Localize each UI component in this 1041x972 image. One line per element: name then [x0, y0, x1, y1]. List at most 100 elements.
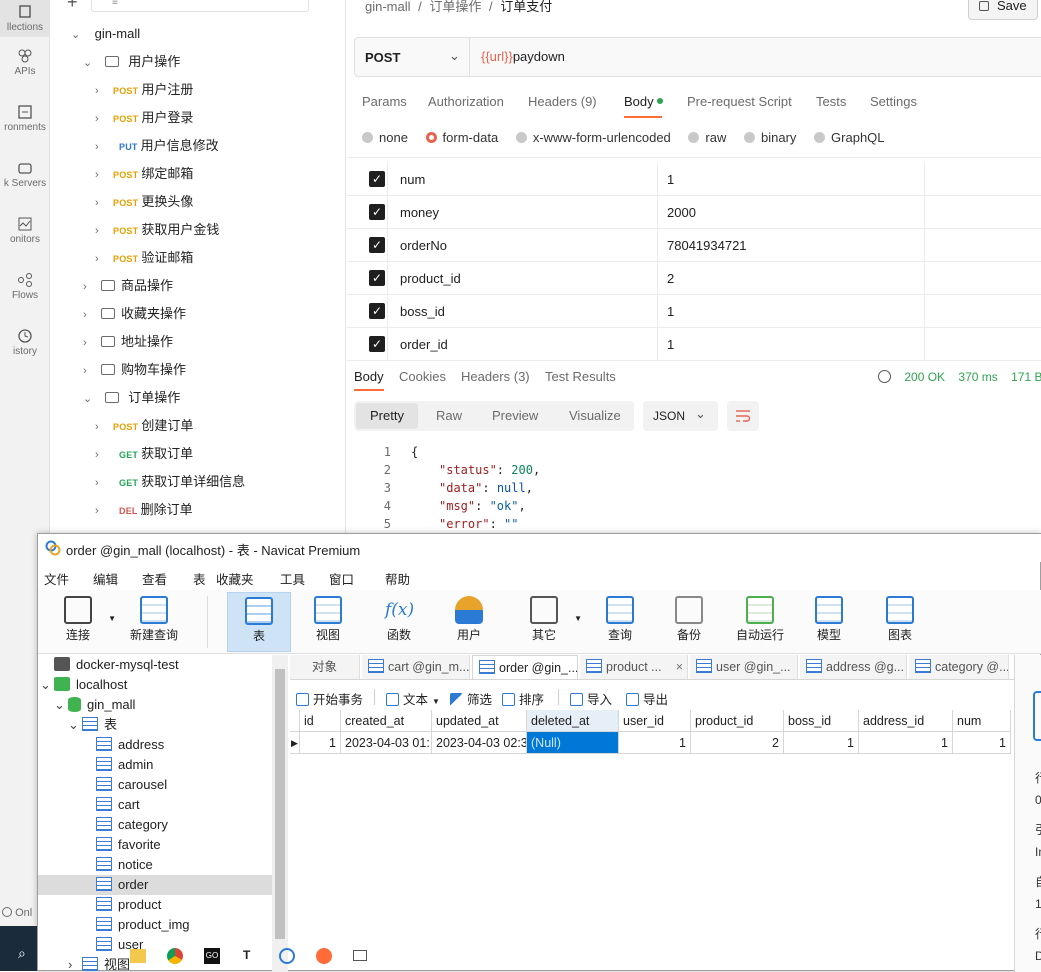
current-row-indicator-icon[interactable]: ▶ — [290, 732, 300, 754]
column-header[interactable]: created_at — [341, 710, 432, 732]
form-key[interactable]: num — [400, 172, 425, 187]
search-icon[interactable]: ⌕ — [18, 945, 26, 962]
chrome-icon[interactable] — [167, 948, 183, 964]
request-item[interactable]: › GET 获取订单详细信息 — [95, 468, 245, 496]
navigator-scrollbar[interactable] — [272, 655, 288, 972]
request-item[interactable]: › DEL 删除订单 — [95, 496, 193, 524]
table-cell[interactable]: 2 — [691, 732, 784, 754]
add-collection-icon[interactable]: + — [67, 0, 78, 13]
table-item[interactable]: address — [38, 735, 272, 755]
table-item[interactable]: product — [38, 895, 272, 915]
menu-item[interactable]: 文件 — [44, 569, 69, 588]
radio-binary[interactable]: binary — [744, 130, 796, 145]
folder-order[interactable]: ⌄ 订单操作 — [83, 384, 180, 412]
menu-item[interactable]: 查看 — [142, 569, 167, 588]
table-cell[interactable]: 1 — [784, 732, 859, 754]
rail-collections[interactable]: llections — [0, 0, 50, 37]
folder-user[interactable]: ⌄ 用户操作 — [83, 48, 180, 76]
request-item[interactable]: › POST 验证邮箱 — [95, 244, 193, 272]
method-select[interactable]: POST ⌄ — [355, 38, 470, 76]
form-value[interactable]: 78041934721 — [667, 238, 747, 253]
tab-pre-request-script[interactable]: Pre-request Script — [687, 94, 792, 109]
form-key[interactable]: order_id — [400, 337, 448, 352]
table-item[interactable]: favorite — [38, 835, 272, 855]
save-button[interactable]: Save — [968, 0, 1038, 20]
table-item[interactable]: carousel — [38, 775, 272, 795]
column-header[interactable]: num — [953, 710, 1011, 732]
response-status[interactable]: 200 OK — [904, 370, 945, 384]
connection-docker-mysql-test[interactable]: docker-mysql-test — [54, 655, 179, 675]
table-cell[interactable]: 1 — [859, 732, 953, 754]
search-input[interactable]: ≡ — [91, 0, 309, 12]
rail-mock-servers[interactable]: k Servers — [0, 160, 50, 189]
window-icon[interactable] — [353, 950, 367, 961]
request-name[interactable]: 订单支付 — [500, 0, 552, 14]
folder-item[interactable]: › 购物车操作 — [83, 356, 186, 384]
resp-tab-cookies[interactable]: Cookies — [399, 369, 446, 384]
table-item[interactable]: admin — [38, 755, 272, 775]
radio-form-data[interactable]: form-data — [425, 130, 498, 145]
rail-history[interactable]: istory — [0, 328, 50, 357]
table-item[interactable]: notice — [38, 855, 272, 875]
form-value[interactable]: 2 — [667, 271, 674, 286]
form-value[interactable]: 1 — [667, 304, 674, 319]
menu-item[interactable]: 表 — [193, 569, 206, 588]
row-enabled-checkbox[interactable]: ✓ — [369, 204, 385, 220]
column-header[interactable]: updated_at — [432, 710, 527, 732]
toolbar-button[interactable]: 连接 ▼ — [46, 592, 116, 652]
tab-settings[interactable]: Settings — [870, 94, 917, 109]
form-value[interactable]: 1 — [667, 337, 674, 352]
table-cell[interactable]: 2023-04-03 01: — [341, 732, 432, 754]
tab-params[interactable]: Params — [362, 94, 407, 109]
folder-item[interactable]: › 收藏夹操作 — [83, 300, 186, 328]
table-cell[interactable]: 1 — [300, 732, 341, 754]
table-item[interactable]: product_img — [38, 915, 272, 935]
table-cell[interactable]: 1 — [953, 732, 1011, 754]
row-enabled-checkbox[interactable]: ✓ — [369, 336, 385, 352]
menu-item[interactable]: 收藏夹 — [216, 569, 254, 588]
form-value[interactable]: 2000 — [667, 205, 696, 220]
column-header[interactable]: product_id — [691, 710, 784, 732]
postman-icon[interactable] — [316, 948, 332, 964]
typora-icon[interactable]: T — [243, 948, 257, 964]
database-gin-mall[interactable]: ⌄ gin_mall — [54, 695, 135, 715]
column-header[interactable]: id — [300, 710, 341, 732]
tab-headers[interactable]: Headers (9) — [528, 94, 597, 109]
request-item[interactable]: › POST 用户登录 — [95, 104, 193, 132]
request-item[interactable]: › GET 获取订单 — [95, 440, 193, 468]
url-input[interactable]: {{url}}paydown — [481, 49, 565, 64]
tab-body[interactable]: Body — [624, 94, 654, 109]
scrollbar-thumb[interactable] — [275, 669, 285, 939]
breadcrumb-folder[interactable]: 订单操作 — [429, 0, 481, 14]
rail-monitors[interactable]: onitors — [0, 216, 50, 245]
breadcrumb-collection[interactable]: gin-mall — [365, 0, 411, 14]
view-preview[interactable]: Preview — [492, 408, 538, 423]
format-select[interactable]: JSON ⌄ — [643, 401, 718, 431]
rail-environments[interactable]: ronments — [0, 104, 50, 133]
form-key[interactable]: boss_id — [400, 304, 445, 319]
response-size[interactable]: 171 B — [1011, 370, 1041, 384]
rail-flows[interactable]: Flows — [0, 272, 50, 301]
view-visualize[interactable]: Visualize — [569, 408, 621, 423]
row-enabled-checkbox[interactable]: ✓ — [369, 303, 385, 319]
resp-tab-body[interactable]: Body — [354, 369, 384, 384]
response-time[interactable]: 370 ms — [958, 370, 997, 384]
row-enabled-checkbox[interactable]: ✓ — [369, 171, 385, 187]
form-key[interactable]: product_id — [400, 271, 461, 286]
goland-icon[interactable]: GO — [204, 948, 220, 964]
form-key[interactable]: orderNo — [400, 238, 447, 253]
tree-root[interactable]: ⌄ gin-mall — [71, 20, 140, 48]
table-cell[interactable]: 1 — [619, 732, 691, 754]
view-raw[interactable]: Raw — [436, 408, 462, 423]
folder-item[interactable]: › 地址操作 — [83, 328, 173, 356]
toolbar-button[interactable]: 表 — [227, 592, 291, 652]
radio-graphql[interactable]: GraphQL — [814, 130, 885, 145]
online-status[interactable]: Onl — [2, 907, 32, 919]
resp-tab-headers[interactable]: Headers (3) — [461, 369, 530, 384]
menu-item[interactable]: 编辑 — [93, 569, 118, 588]
tab-authorization[interactable]: Authorization — [428, 94, 504, 109]
table-item[interactable]: category — [38, 815, 272, 835]
tab-tests[interactable]: Tests — [816, 94, 846, 109]
connection-localhost[interactable]: ⌄ localhost — [40, 675, 127, 695]
column-header[interactable]: boss_id — [784, 710, 859, 732]
